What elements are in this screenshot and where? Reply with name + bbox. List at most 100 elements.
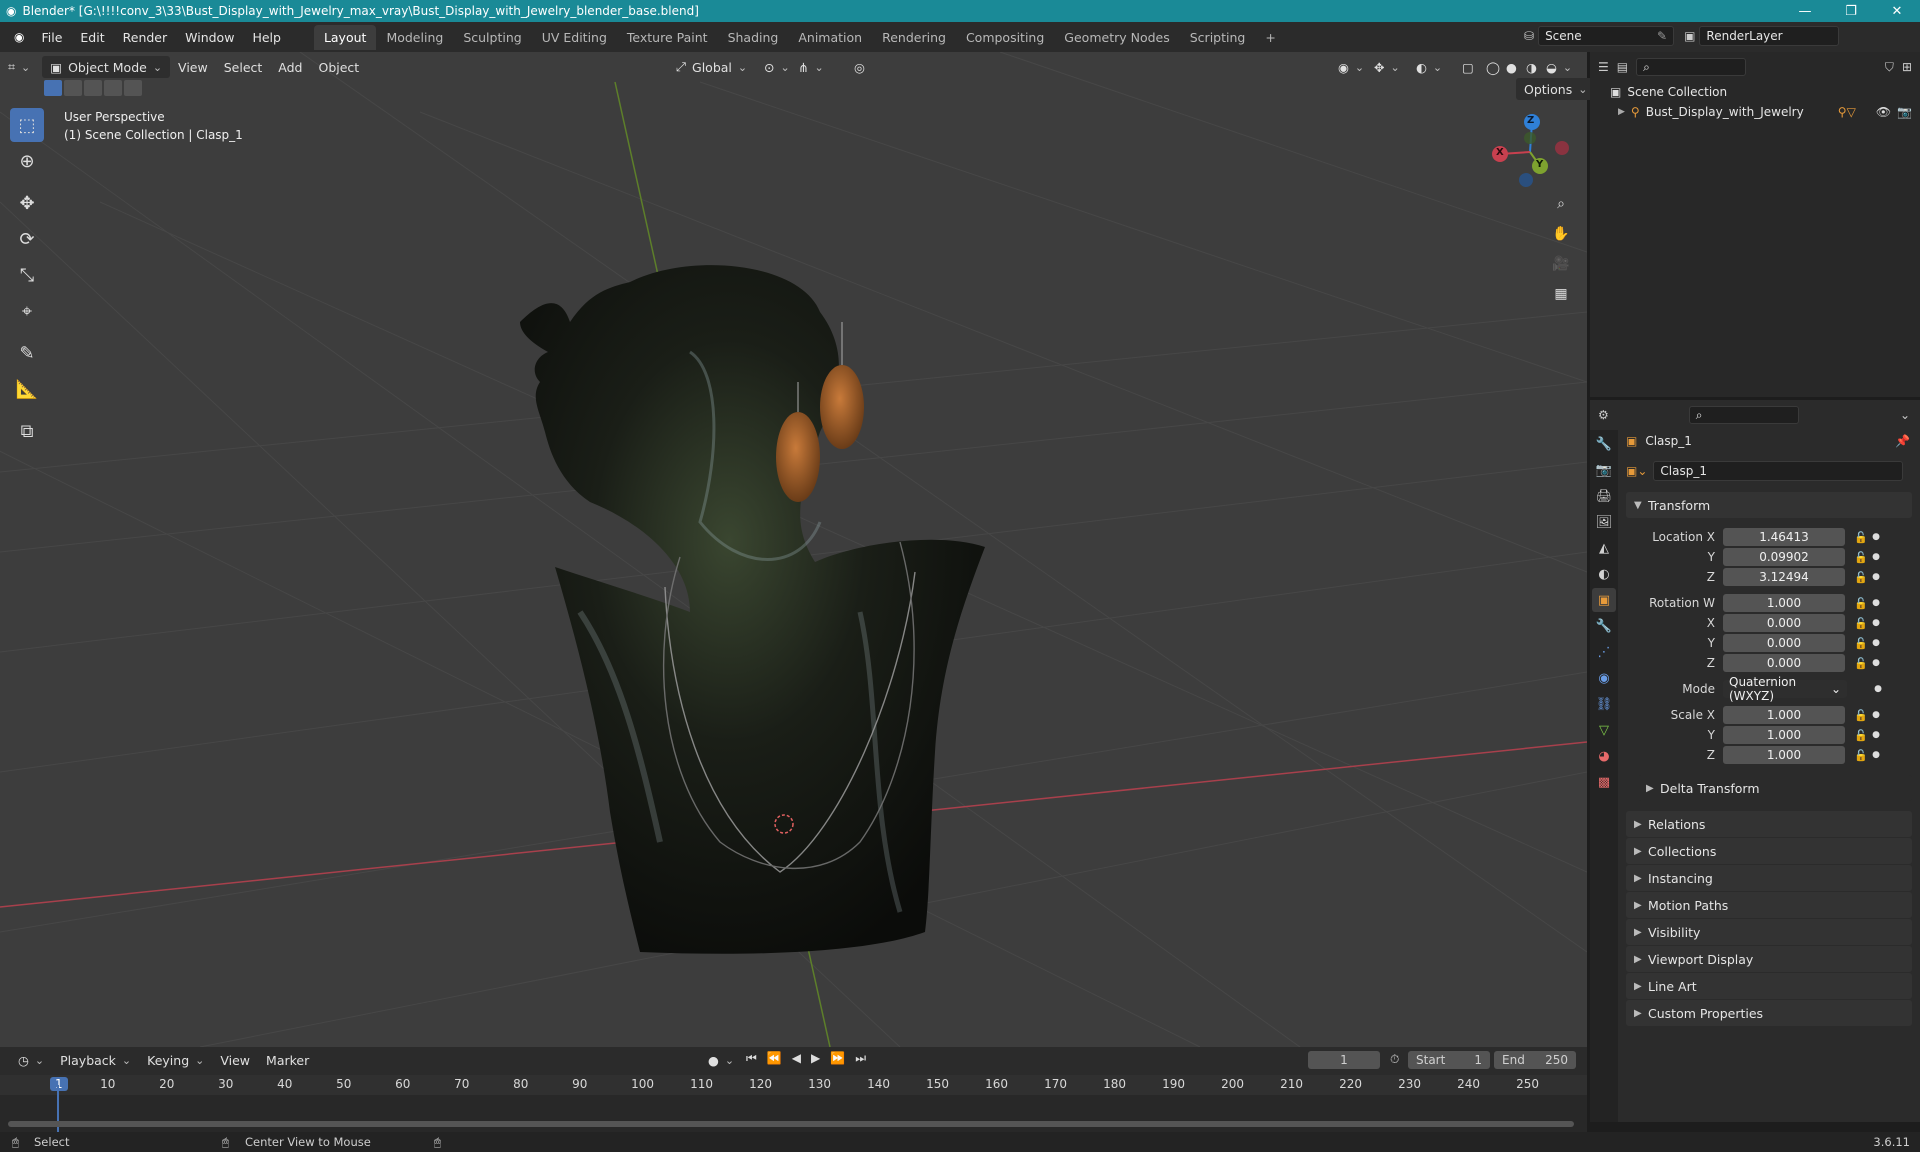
lock-icon[interactable]: 🔓 [1851,657,1871,670]
frame-ruler[interactable]: 1 10 20 30 40 50 60 70 80 90 100 110 120 130 140 150 160… [0,1075,1587,1095]
timeline-scrollbar[interactable] [8,1121,1574,1127]
select-subtract-button[interactable] [84,80,102,96]
tab-modeling[interactable]: Modeling [376,25,453,50]
move-tool-icon[interactable]: ✥ [10,186,44,220]
keyframe-dot-icon[interactable]: ● [1873,684,1883,694]
jump-end-icon[interactable]: ⏭ [855,1051,866,1066]
visibility-panel-header[interactable]: ▶ Visibility [1626,919,1912,945]
keyframe-dot-icon[interactable]: ● [1871,658,1881,668]
mode-dropdown[interactable]: ▣ Object Mode [42,56,171,78]
options-dropdown[interactable]: Options [1516,78,1596,100]
rendered-shading-button[interactable]: ◒ [1538,56,1580,78]
start-frame-field[interactable]: Start 1 [1408,1051,1490,1069]
properties-options-icon[interactable]: ⌄ [1900,408,1910,422]
instancing-panel-header[interactable]: ▶ Instancing [1626,865,1912,891]
blender-menu-icon[interactable]: ◉ [6,30,32,44]
snap-button[interactable]: ⋔ [790,56,832,78]
properties-editor-type-icon[interactable]: ⚙ [1598,408,1609,422]
keyframe-dot-icon[interactable]: ● [1871,618,1881,628]
3d-viewport[interactable] [0,52,1587,1047]
perspective-toggle-icon[interactable]: ▦ [1548,282,1574,306]
play-icon[interactable]: ▶ [811,1051,820,1066]
camera-view-icon[interactable]: 🎥 [1548,252,1574,276]
menu-select[interactable]: Select [216,56,271,78]
outliner-search-input[interactable]: ⌕ [1636,58,1747,76]
output-tab-icon[interactable]: 🖨 [1592,484,1616,508]
menu-render[interactable]: Render [114,30,177,45]
select-extend-button[interactable] [64,80,82,96]
annotate-tool-icon[interactable]: ✎ [10,336,44,370]
auto-keying-button[interactable]: ● [700,1049,742,1071]
tab-sculpting[interactable]: Sculpting [453,25,531,50]
viewport-display-panel-header[interactable]: ▶ Viewport Display [1626,946,1912,972]
scene-tab-icon[interactable]: ◭ [1592,536,1616,560]
menu-edit[interactable]: Edit [71,30,113,45]
transform-panel-header[interactable]: ▼ Transform [1626,492,1912,518]
render-tab-icon[interactable]: 📷 [1592,458,1616,482]
select-intersect-button[interactable] [124,80,142,96]
render-camera-icon[interactable]: 📷 [1897,105,1912,119]
location-z-field[interactable]: 3.12494 [1723,568,1845,586]
add-cube-tool-icon[interactable]: ⧉ [10,414,44,448]
pin-properties-icon[interactable]: 📌 [1895,434,1910,448]
rotation-z-field[interactable]: 0.000 [1723,654,1845,672]
scene-selector[interactable]: Scene ✎ [1538,26,1675,46]
keyframe-dot-icon[interactable]: ● [1871,572,1881,582]
rotation-w-field[interactable]: 1.000 [1723,594,1845,612]
keyframe-dot-icon[interactable]: ● [1871,730,1881,740]
cursor-tool-icon[interactable]: ⊕ [10,144,44,178]
tab-uv-editing[interactable]: UV Editing [532,25,617,50]
lock-icon[interactable]: 🔓 [1851,597,1871,610]
lock-icon[interactable]: 🔓 [1851,709,1871,722]
lock-icon[interactable]: 🔓 [1851,551,1871,564]
menu-window[interactable]: Window [176,30,243,45]
lock-icon[interactable]: 🔓 [1851,571,1871,584]
outliner-row-scene-collection[interactable]: ▣ Scene Collection [1590,82,1920,102]
select-invert-button[interactable] [104,80,122,96]
transform-orientation-dropdown[interactable]: ⤢ Global [668,56,755,78]
current-frame-field[interactable]: 1 [1308,1051,1380,1069]
expand-arrow-icon[interactable]: ▶ [1618,107,1625,117]
menu-help[interactable]: Help [243,30,290,45]
rotation-mode-dropdown[interactable]: Quaternion (WXYZ) ⌄ [1723,675,1847,703]
properties-search-input[interactable]: ⌕ [1688,406,1799,424]
scale-x-field[interactable]: 1.000 [1723,706,1845,724]
material-tab-icon[interactable]: ◕ [1592,744,1616,768]
relations-panel-header[interactable]: ▶ Relations [1626,811,1912,837]
line-art-panel-header[interactable]: ▶ Line Art [1626,973,1912,999]
jump-keyframe-forward-icon[interactable]: ⏩ [830,1051,845,1066]
view-layer-icon[interactable]: ▣ [1684,29,1695,43]
timeline-editor-type-icon[interactable]: ◷ [10,1049,52,1071]
tab-layout[interactable]: Layout [313,24,377,50]
pan-hand-icon[interactable]: ✋ [1548,222,1574,246]
overlays-button[interactable]: ◐ [1408,56,1450,78]
keyframe-dot-icon[interactable]: ● [1871,552,1881,562]
modifier-tab-icon[interactable]: 🔧 [1592,614,1616,638]
location-x-field[interactable]: 1.46413 [1723,528,1845,546]
object-name-field[interactable]: Clasp_1 [1653,461,1904,481]
jump-start-icon[interactable]: ⏮ [746,1051,757,1066]
gizmo-button[interactable]: ✥ [1366,56,1408,78]
collections-panel-header[interactable]: ▶ Collections [1626,838,1912,864]
lock-icon[interactable]: 🔓 [1851,749,1871,762]
play-reverse-icon[interactable]: ◀ [792,1051,801,1066]
constraints-tab-icon[interactable]: ⛓ [1592,692,1616,716]
tab-compositing[interactable]: Compositing [956,25,1054,50]
menu-keying[interactable]: Keying [139,1049,212,1071]
physics-tab-icon[interactable]: ◉ [1592,666,1616,690]
object-type-dropdown[interactable]: ▣⌄ [1626,464,1647,478]
keyframe-dot-icon[interactable]: ● [1871,750,1881,760]
delta-transform-header[interactable]: ▶ Delta Transform [1638,775,1912,801]
scale-tool-icon[interactable]: ⤡ [10,258,44,292]
editor-type-button[interactable]: ⌗ [0,56,38,78]
zoom-icon[interactable]: ⌕ [1548,192,1574,216]
menu-timeline-view[interactable]: View [212,1049,258,1071]
keyframe-dot-icon[interactable]: ● [1871,598,1881,608]
particles-tab-icon[interactable]: ⋰ [1592,640,1616,664]
texture-tab-icon[interactable]: ▩ [1592,770,1616,794]
scene-icon[interactable]: ⛁ [1524,29,1534,43]
stopwatch-icon[interactable]: ⏱ [1390,1052,1399,1067]
add-workspace-button[interactable]: + [1255,25,1285,50]
view-layer-tab-icon[interactable]: 🖼 [1592,510,1616,534]
rotation-y-field[interactable]: 0.000 [1723,634,1845,652]
